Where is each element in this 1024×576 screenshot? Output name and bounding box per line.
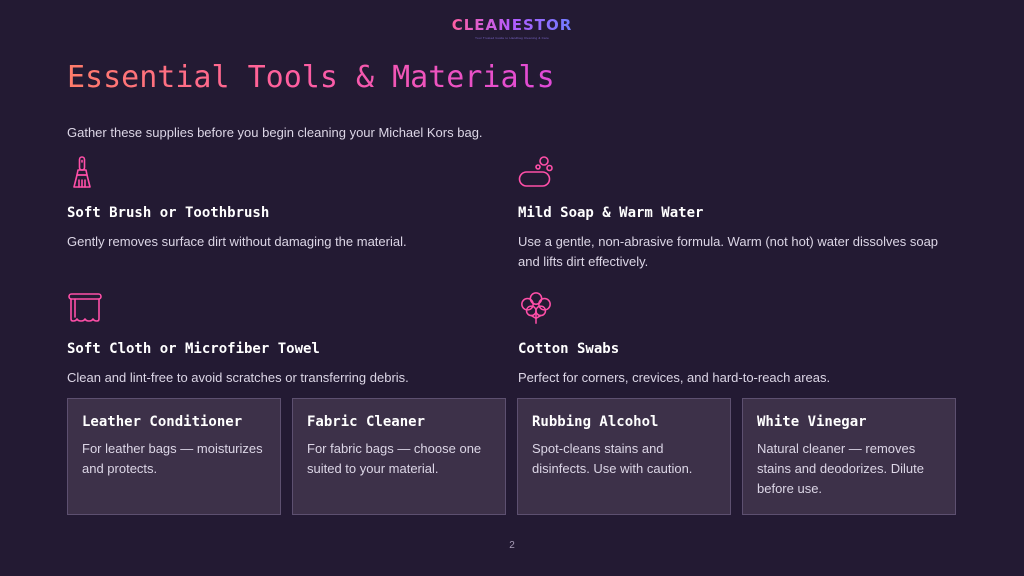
card-title: White Vinegar <box>757 414 867 430</box>
material-card-rubbing-alcohol: Rubbing Alcohol Spot-cleans stains and d… <box>517 398 731 515</box>
tool-description: Perfect for corners, crevices, and hard-… <box>518 370 831 385</box>
brand-tagline: Your Trusted Guide to Handbag Cleaning &… <box>475 36 549 40</box>
brush-icon <box>67 155 97 189</box>
tool-title: Mild Soap & Warm Water <box>518 205 704 221</box>
card-description: For leather bags — moisturizes and prote… <box>82 441 263 476</box>
material-card-white-vinegar: White Vinegar Natural cleaner — removes … <box>742 398 956 515</box>
material-card-fabric-cleaner: Fabric Cleaner For fabric bags — choose … <box>292 398 506 515</box>
card-title: Leather Conditioner <box>82 414 243 430</box>
soap-bubbles-icon <box>518 155 553 189</box>
tool-item-cotton: Cotton Swabs Perfect for corners, crevic… <box>518 291 948 385</box>
tool-title: Soft Brush or Toothbrush <box>67 205 270 221</box>
card-description: Spot-cleans stains and disinfects. Use w… <box>532 441 693 476</box>
tool-title: Cotton Swabs <box>518 341 620 357</box>
card-description: Natural cleaner — removes stains and deo… <box>757 441 924 496</box>
tool-description: Gently removes surface dirt without dama… <box>67 234 407 249</box>
cotton-icon <box>518 291 551 325</box>
card-title: Rubbing Alcohol <box>532 414 659 430</box>
brand-logo: CLEANESTOR Your Trusted Guide to Handbag… <box>0 16 1024 40</box>
tool-item-brush: Soft Brush or Toothbrush Gently removes … <box>67 155 497 249</box>
page-title: Essential Tools & Materials <box>67 60 555 95</box>
tool-description: Clean and lint-free to avoid scratches o… <box>67 370 409 385</box>
towel-icon <box>67 291 102 325</box>
tool-title: Soft Cloth or Microfiber Towel <box>67 341 320 357</box>
tool-item-towel: Soft Cloth or Microfiber Towel Clean and… <box>67 291 497 385</box>
card-description: For fabric bags — choose one suited to y… <box>307 441 482 476</box>
page-subtitle: Gather these supplies before you begin c… <box>67 125 483 140</box>
material-card-leather-conditioner: Leather Conditioner For leather bags — m… <box>67 398 281 515</box>
card-title: Fabric Cleaner <box>307 414 426 430</box>
tool-item-soap: Mild Soap & Warm Water Use a gentle, non… <box>518 155 948 269</box>
tool-description: Use a gentle, non-abrasive formula. Warm… <box>518 234 939 269</box>
page-number: 2 <box>509 540 515 551</box>
brand-name: CLEANESTOR <box>451 16 573 34</box>
